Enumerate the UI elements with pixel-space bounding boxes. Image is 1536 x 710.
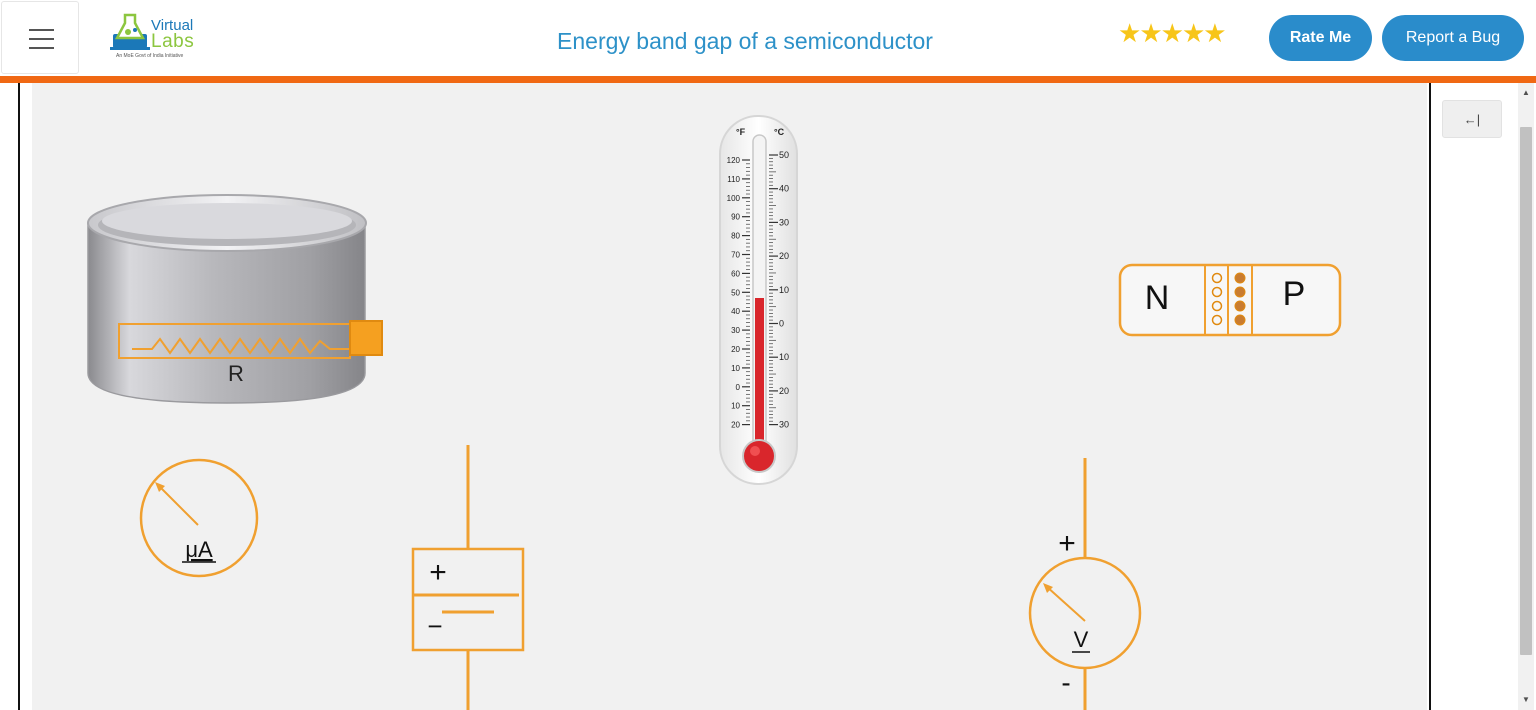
scroll-down-arrow-icon[interactable]: ▼ xyxy=(1522,695,1530,704)
workspace-border-left xyxy=(18,83,20,710)
fahrenheit-tick-label: 60 xyxy=(731,269,740,278)
report-bug-button[interactable]: Report a Bug xyxy=(1382,15,1524,61)
voltmeter-minus-label: - xyxy=(1061,667,1070,698)
rate-me-button[interactable]: Rate Me xyxy=(1269,15,1372,61)
hamburger-menu-button[interactable] xyxy=(1,1,79,74)
workspace-border-right xyxy=(1429,83,1431,710)
virtual-labs-logo[interactable]: Virtual Labs An MoE Govt of India Initia… xyxy=(110,12,210,64)
star-icon[interactable]: ★ xyxy=(1118,18,1141,48)
fahrenheit-tick-label: 20 xyxy=(731,345,740,354)
vertical-scrollbar[interactable]: ▲ ▼ xyxy=(1518,83,1534,710)
star-icon[interactable]: ★ xyxy=(1203,18,1226,48)
scroll-up-arrow-icon[interactable]: ▲ xyxy=(1522,88,1530,97)
star-icon[interactable]: ★ xyxy=(1161,18,1184,48)
voltmeter-plus-label: + xyxy=(1058,527,1076,560)
celsius-tick-label: 30 xyxy=(779,217,789,227)
heater-label: R xyxy=(228,361,244,386)
fahrenheit-unit: °F xyxy=(736,127,746,137)
battery-minus-label: − xyxy=(427,611,442,641)
page-title: Energy band gap of a semiconductor xyxy=(557,28,933,54)
star-rating[interactable]: ★★★★★ xyxy=(1118,18,1227,48)
pn-junction-diode[interactable]: N P xyxy=(1118,263,1342,337)
diode-p-label: P xyxy=(1283,275,1306,313)
fahrenheit-tick-label: 120 xyxy=(727,156,741,165)
microammeter[interactable]: μA xyxy=(139,458,259,578)
celsius-scale: 50 40 30 20 10 0 10 20 30 xyxy=(769,150,789,430)
celsius-unit: °C xyxy=(774,127,785,137)
fahrenheit-tick-label: 110 xyxy=(727,175,740,184)
battery-cell[interactable]: + − xyxy=(411,445,525,710)
fahrenheit-tick-label: 90 xyxy=(731,213,740,222)
collapse-panel-button[interactable]: ←| xyxy=(1442,100,1502,138)
thermometer: °F °C 12011010090807060504030201001020 5… xyxy=(719,115,798,485)
fahrenheit-tick-label: 30 xyxy=(731,326,740,335)
fahrenheit-tick-label: 10 xyxy=(731,364,740,373)
thermometer-mercury xyxy=(755,298,764,457)
fahrenheit-tick-label: 40 xyxy=(731,307,740,316)
celsius-tick-label: 30 xyxy=(779,420,789,430)
simulation-canvas: R °F °C 120 110 100 90 80 70 60 50 40 30 20 10 0 10 20… xyxy=(32,83,1427,710)
celsius-tick-label: 10 xyxy=(779,352,789,362)
celsius-tick-label: 10 xyxy=(779,285,789,295)
menu-line-icon xyxy=(29,29,54,31)
battery-plus-label: + xyxy=(429,556,447,589)
menu-line-icon xyxy=(29,38,54,40)
ammeter-label: μA xyxy=(185,537,213,562)
fahrenheit-tick-label: 70 xyxy=(731,251,740,260)
logo-tagline: An MoE Govt of India Initiative xyxy=(116,53,184,59)
celsius-tick-label: 0 xyxy=(779,319,784,329)
heater-bath[interactable]: R xyxy=(87,194,383,404)
diode-n-label: N xyxy=(1145,279,1170,317)
star-icon[interactable]: ★ xyxy=(1182,18,1205,48)
fahrenheit-tick-label: 80 xyxy=(731,232,740,241)
fahrenheit-tick-label: 50 xyxy=(731,288,740,297)
celsius-tick-label: 20 xyxy=(779,386,789,396)
celsius-tick-label: 40 xyxy=(779,184,789,194)
header-accent-bar xyxy=(0,76,1536,83)
apparatus-svg: R °F °C 12011010090807060504030201001020… xyxy=(87,115,1342,710)
fahrenheit-tick-label: 20 xyxy=(731,421,740,430)
voltmeter[interactable]: V + - xyxy=(1028,458,1142,710)
star-icon[interactable]: ★ xyxy=(1139,18,1162,48)
fahrenheit-tick-label: 0 xyxy=(736,383,741,392)
top-navbar: Virtual Labs An MoE Govt of India Initia… xyxy=(0,0,1536,76)
flask-logo-icon xyxy=(110,13,150,50)
fahrenheit-tick-label: 100 xyxy=(727,194,741,203)
celsius-tick-label: 50 xyxy=(779,150,789,160)
menu-line-icon xyxy=(29,47,54,49)
celsius-tick-label: 20 xyxy=(779,251,789,261)
fahrenheit-tick-label: 10 xyxy=(731,402,740,411)
logo-subtitle: Labs xyxy=(151,31,195,52)
voltmeter-label: V xyxy=(1074,627,1089,652)
scrollbar-thumb[interactable] xyxy=(1520,127,1532,655)
